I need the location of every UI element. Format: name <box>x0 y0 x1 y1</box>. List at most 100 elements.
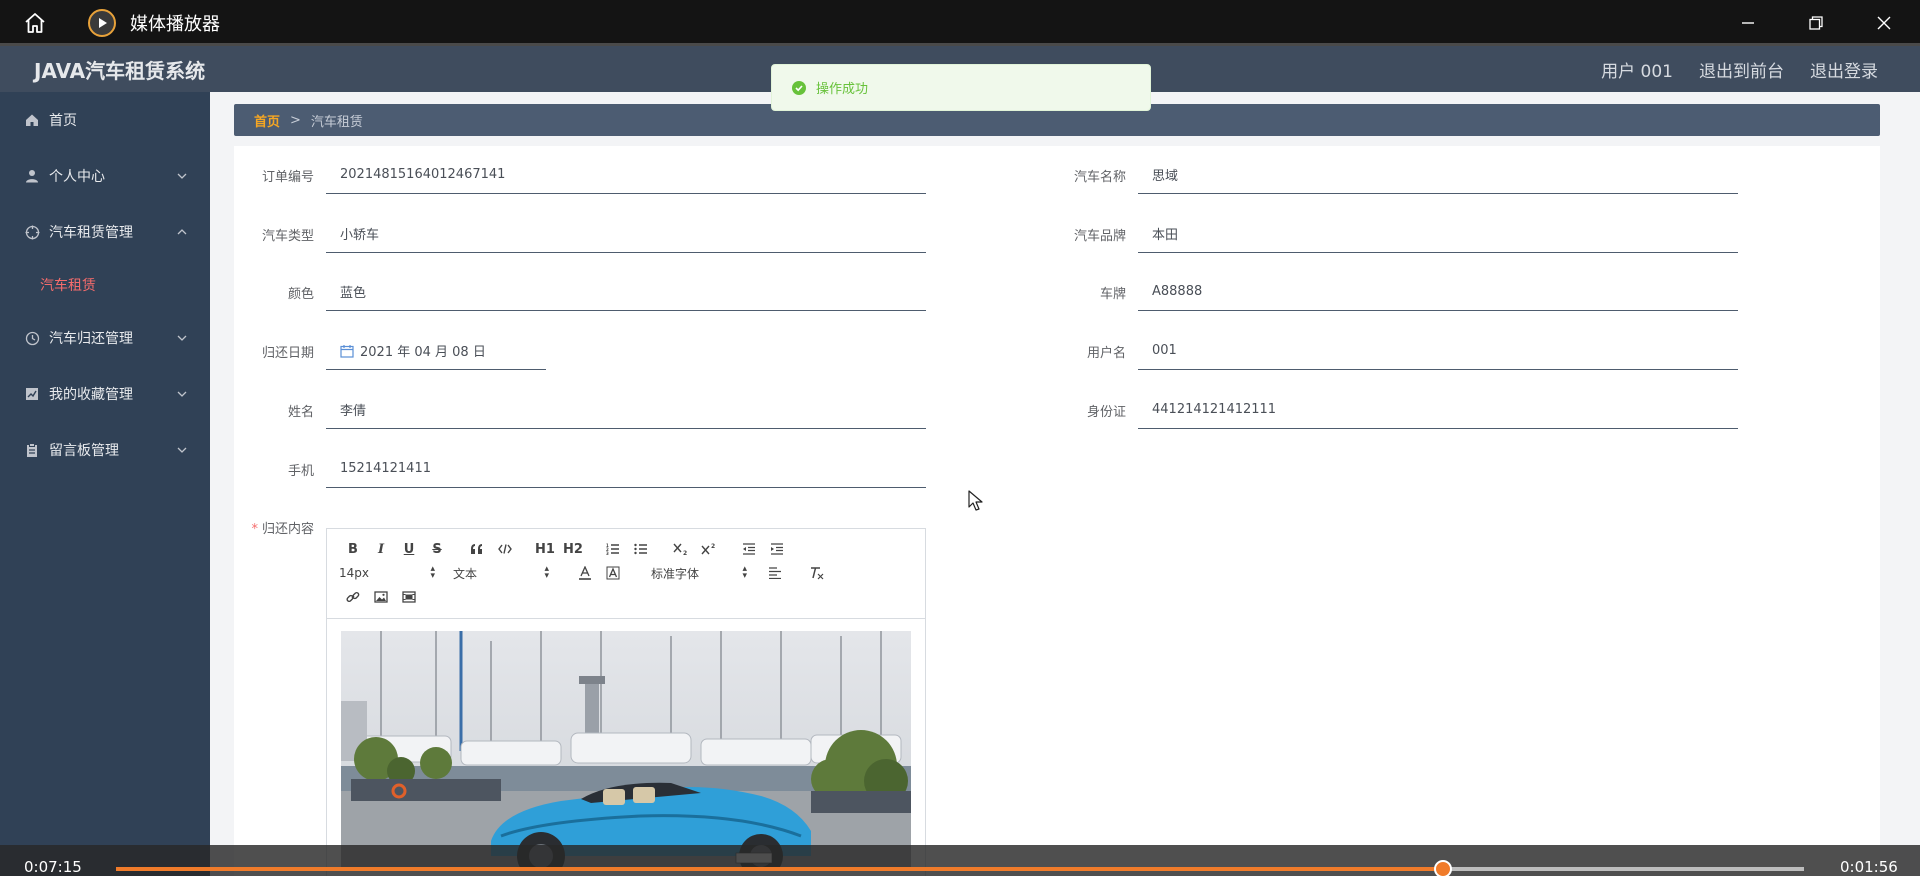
code-icon <box>498 544 512 554</box>
sidebar-item-personal-center[interactable]: 个人中心 <box>0 148 210 204</box>
chevron-down-icon <box>177 447 187 453</box>
field-username: 用户名 001 <box>1046 332 1746 372</box>
code-block-button[interactable] <box>491 538 519 560</box>
calendar-icon <box>340 344 354 358</box>
heading2-label: H2 <box>563 541 583 557</box>
bullet-list-button[interactable] <box>627 538 655 560</box>
sidebar-item-message-board[interactable]: 留言板管理 <box>0 422 210 478</box>
clear-format-icon <box>811 567 824 580</box>
block-format-value: 文本 <box>453 566 478 581</box>
required-mark: * <box>251 522 258 537</box>
phone-input[interactable]: 15214121411 <box>326 450 926 488</box>
sidebar-subitem-car-rental[interactable]: 汽车租赁 <box>0 260 210 310</box>
field-car-brand: 汽车品牌 本田 <box>1046 215 1746 255</box>
sidebar-item-label: 首页 <box>49 113 77 129</box>
main-content: 首页 > 汽车租赁 订单编号 20214815164012467141 汽车类型… <box>210 92 1920 876</box>
field-label: 手机 <box>287 464 314 479</box>
italic-button[interactable]: I <box>367 538 395 560</box>
field-label: 汽车名称 <box>1073 170 1126 185</box>
car-brand-input[interactable]: 本田 <box>1138 215 1738 253</box>
indent-button[interactable] <box>763 538 791 560</box>
close-button[interactable] <box>1854 0 1914 46</box>
field-label: 订单编号 <box>261 170 314 185</box>
order-no-input[interactable]: 20214815164012467141 <box>326 156 926 194</box>
font-family-select[interactable]: 标准字体 ▴ ▾ <box>651 562 747 584</box>
link-button[interactable] <box>339 586 367 608</box>
sidebar-item-return-management[interactable]: 汽车归还管理 <box>0 310 210 366</box>
minimize-button[interactable] <box>1718 0 1778 46</box>
car-name-input[interactable]: 思域 <box>1138 156 1738 194</box>
name-input[interactable]: 李倩 <box>326 391 926 429</box>
sidebar-item-home[interactable]: 首页 <box>0 92 210 148</box>
sidebar-item-favorites-management[interactable]: 我的收藏管理 <box>0 366 210 422</box>
select-arrow-icon: ▴ ▾ <box>430 564 435 581</box>
font-size-value: 14px <box>339 566 369 580</box>
media-player-logo-icon <box>88 9 116 37</box>
font-size-select[interactable]: 14px ▴ ▾ <box>339 562 435 584</box>
breadcrumb-current: 汽车租赁 <box>310 114 363 130</box>
id-card-input[interactable]: 441214121412111 <box>1138 391 1738 429</box>
seek-handle[interactable] <box>1433 860 1452 876</box>
blockquote-button[interactable] <box>463 538 491 560</box>
font-family-value: 标准字体 <box>651 566 700 581</box>
ordered-list-icon: 123 <box>606 543 619 555</box>
bold-button[interactable]: B <box>339 538 367 560</box>
indent-icon <box>771 543 783 555</box>
toast-message: 操作成功 <box>816 82 869 97</box>
heading1-button[interactable]: H1 <box>531 538 559 560</box>
field-id-card: 身份证 441214121412111 <box>1046 391 1746 431</box>
logout-link[interactable]: 退出登录 <box>1810 57 1878 82</box>
return-date-picker[interactable]: 2021 年 04 月 08 日 <box>326 332 546 370</box>
sidebar-item-rental-management[interactable]: 汽车租赁管理 <box>0 204 210 260</box>
seek-bar[interactable] <box>116 860 1804 876</box>
rich-text-editor: B I U S H1 H2 123 2 2 14px ▴ ▾ 文本 ▴ ▾ 标准… <box>326 528 926 876</box>
remaining-time: 0:01:56 <box>1840 858 1898 876</box>
font-color-icon <box>579 566 591 580</box>
restore-icon <box>1809 16 1823 30</box>
video-icon <box>402 591 416 603</box>
block-format-select[interactable]: 文本 ▴ ▾ <box>453 562 549 584</box>
svg-text:2: 2 <box>711 543 715 550</box>
image-icon <box>374 591 388 603</box>
underline-button[interactable]: U <box>395 538 423 560</box>
plate-input[interactable]: A88888 <box>1138 273 1738 311</box>
breadcrumb-home-link[interactable]: 首页 <box>254 111 280 130</box>
field-label: 汽车品牌 <box>1073 229 1126 244</box>
bullet-list-icon <box>634 543 647 555</box>
player-title: 媒体播放器 <box>130 14 220 35</box>
field-label: 归还日期 <box>261 346 314 361</box>
sidebar-item-label: 汽车归还管理 <box>49 331 133 347</box>
chevron-down-icon <box>177 335 187 341</box>
background-color-icon <box>606 566 620 580</box>
car-type-input[interactable]: 小轿车 <box>326 215 926 253</box>
field-label: 车牌 <box>1099 287 1126 302</box>
minimize-icon <box>1742 22 1754 24</box>
playback-bar: 0:07:15 0:01:56 <box>0 845 1920 876</box>
success-icon <box>792 80 806 95</box>
align-button[interactable] <box>761 562 789 584</box>
clear-format-button[interactable] <box>803 562 831 584</box>
color-input[interactable]: 蓝色 <box>326 273 926 311</box>
heading2-button[interactable]: H2 <box>559 538 587 560</box>
home-icon[interactable] <box>22 10 48 36</box>
strikethrough-button[interactable]: S <box>423 538 451 560</box>
outdent-icon <box>743 543 755 555</box>
subscript-button[interactable]: 2 <box>667 538 695 560</box>
font-color-button[interactable] <box>571 562 599 584</box>
restore-button[interactable] <box>1786 0 1846 46</box>
superscript-button[interactable]: 2 <box>695 538 723 560</box>
field-color: 颜色 蓝色 <box>234 273 934 313</box>
insert-image-button[interactable] <box>367 586 395 608</box>
username-input[interactable]: 001 <box>1138 332 1738 370</box>
field-label: 身份证 <box>1086 405 1126 420</box>
background-color-button[interactable] <box>599 562 627 584</box>
seek-bar-progress <box>116 867 1443 871</box>
ordered-list-button[interactable]: 123 <box>599 538 627 560</box>
exit-to-front-link[interactable]: 退出到前台 <box>1699 57 1784 82</box>
player-title-bar: 媒体播放器 <box>0 0 1920 46</box>
field-plate: 车牌 A88888 <box>1046 273 1746 313</box>
field-phone: 手机 15214121411 <box>234 450 934 490</box>
insert-video-button[interactable] <box>395 586 423 608</box>
outdent-button[interactable] <box>735 538 763 560</box>
field-label: 颜色 <box>287 287 314 302</box>
